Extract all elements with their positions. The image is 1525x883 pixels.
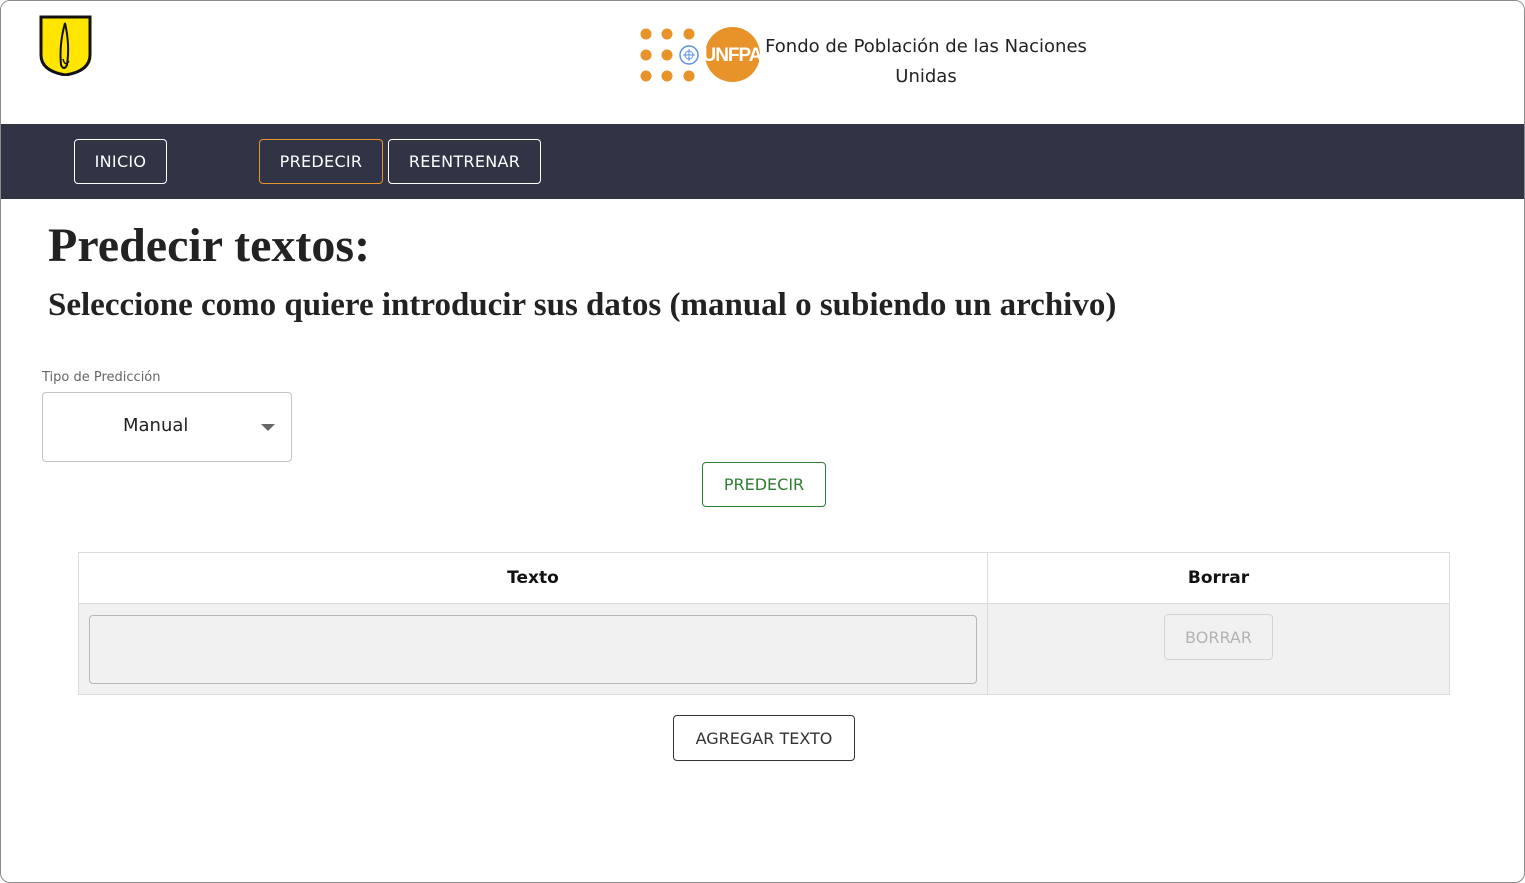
page-subtitle: Seleccione como quiere introducir sus da… [48, 287, 1117, 323]
text-input-field[interactable] [89, 615, 977, 684]
texts-table: Texto Borrar BORRAR [78, 552, 1450, 695]
table-header-borrar: Borrar [988, 553, 1449, 604]
prediction-type-value: Manual [123, 415, 189, 436]
add-text-button[interactable]: AGREGAR TEXTO [673, 715, 855, 761]
nav-predecir-button[interactable]: PREDECIR [259, 139, 383, 184]
unfpa-dots-icon [640, 28, 699, 82]
org-name: Fondo de Población de las Naciones Unida… [763, 32, 1089, 92]
table-row: BORRAR [79, 604, 1449, 694]
nav-reentrenar-button[interactable]: REENTRENAR [388, 139, 541, 184]
predict-button[interactable]: PREDECIR [702, 462, 826, 507]
nav-inicio-button[interactable]: INICIO [74, 139, 167, 184]
unfpa-circle-logo: UNFPA [705, 27, 760, 82]
prediction-type-select[interactable]: Manual [42, 392, 292, 462]
page-title: Predecir textos: [48, 219, 371, 272]
org-name-line2: Unidas [895, 66, 957, 87]
table-header-texto: Texto [79, 553, 988, 604]
org-name-line1: Fondo de Población de las Naciones [765, 36, 1087, 57]
app-window: UNFPA Fondo de Población de las Naciones… [0, 0, 1525, 883]
dropdown-arrow-icon [261, 424, 275, 431]
uniandes-shield-logo [39, 15, 92, 76]
column-divider [987, 604, 988, 694]
prediction-type-label: Tipo de Predicción [42, 370, 161, 385]
navbar: INICIO PREDECIR REENTRENAR [1, 124, 1524, 199]
delete-row-button[interactable]: BORRAR [1164, 614, 1273, 660]
svg-text:UNFPA: UNFPA [705, 45, 760, 66]
header: UNFPA Fondo de Población de las Naciones… [1, 1, 1524, 124]
